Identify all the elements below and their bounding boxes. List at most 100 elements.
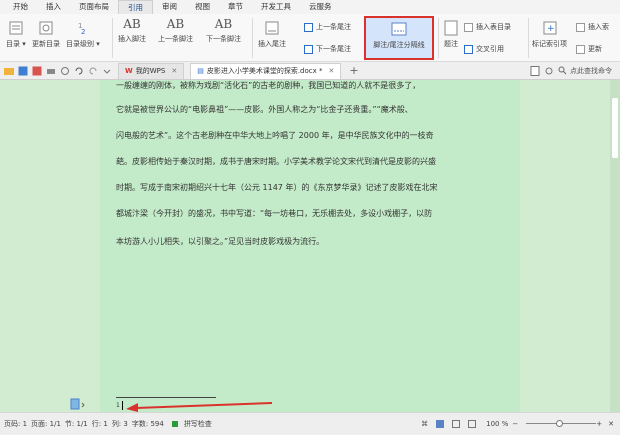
save-icon[interactable] bbox=[18, 66, 28, 76]
next-endnote-button[interactable]: 下一条尾注 bbox=[304, 44, 351, 54]
insert-footnote-icon: AB bbox=[123, 17, 141, 31]
insert-footnote-label: 插入脚注 bbox=[118, 35, 146, 43]
vertical-scrollbar[interactable] bbox=[610, 80, 620, 412]
menu-page-layout[interactable]: 页面布局 bbox=[70, 0, 118, 14]
menu-cloud[interactable]: 云服务 bbox=[300, 0, 341, 14]
text-line[interactable]: 它就是被世界公认的“电影鼻祖”——皮影。外国人称之为“比金子还贵重。”“魔术般、 bbox=[116, 104, 413, 115]
outline-view-icon[interactable] bbox=[452, 420, 461, 428]
arrow-annotation bbox=[126, 402, 273, 412]
next-endnote-icon bbox=[304, 44, 313, 54]
toc-level-button[interactable]: 12 目录级别 ▾ bbox=[66, 20, 100, 49]
divider bbox=[112, 18, 113, 58]
spell-check-toggle[interactable]: 拼写检查 bbox=[168, 419, 212, 429]
caption-icon bbox=[444, 20, 458, 36]
ribbon: 目录 ▾ 更新目录 12 目录级别 ▾ AB 插入脚注 AB 上一条脚注 AB … bbox=[0, 14, 620, 62]
menu-developer[interactable]: 开发工具 bbox=[252, 0, 300, 14]
zoom-slider[interactable] bbox=[522, 420, 597, 427]
menu-insert[interactable]: 插入 bbox=[37, 0, 70, 14]
text-line[interactable]: 闪电般的艺术”。这个古老剧种在中华大地上吟唱了 2000 年，是中华民族文化中的… bbox=[116, 130, 434, 141]
update-index-button[interactable]: 更新 bbox=[576, 44, 602, 54]
chevron-down-icon: ▾ bbox=[94, 40, 100, 48]
search-placeholder: 点此查找命令 bbox=[570, 66, 612, 75]
preview-icon[interactable] bbox=[60, 66, 70, 76]
customize-icon[interactable] bbox=[102, 66, 112, 76]
insert-index-button[interactable]: 插入索 bbox=[576, 22, 609, 32]
menu-references[interactable]: 引用 bbox=[118, 0, 153, 14]
footnote-separator-button[interactable]: 脚注/尾注分隔线 bbox=[364, 16, 434, 60]
document-page[interactable]: 一般缠缠的刚体，被称为戏剧“活化石”的古老的剧种，我国已知道的人就不是很多了， … bbox=[100, 80, 520, 412]
page-view-icon[interactable] bbox=[436, 420, 445, 428]
status-pages: 页面: 1/1 bbox=[31, 420, 61, 428]
insert-endnote-icon bbox=[265, 21, 279, 35]
spell-check-label: 拼写检查 bbox=[183, 420, 212, 428]
insert-index-label: 插入索 bbox=[588, 23, 609, 31]
new-tab-button[interactable]: + bbox=[349, 64, 358, 77]
divider bbox=[528, 18, 529, 58]
paste-options-icon[interactable] bbox=[70, 398, 86, 410]
menu-start[interactable]: 开始 bbox=[4, 0, 37, 14]
settings-icon[interactable] bbox=[544, 66, 554, 76]
mark-index-label: 标记索引项 bbox=[532, 40, 567, 48]
view-mode-group: ⌘ 100 % − + ✕ bbox=[415, 420, 620, 428]
export-pdf-icon[interactable] bbox=[32, 66, 42, 76]
next-footnote-label: 下一条脚注 bbox=[206, 35, 241, 43]
zoom-in-icon[interactable]: + bbox=[596, 420, 602, 428]
redo-icon[interactable] bbox=[88, 66, 98, 76]
menu-review[interactable]: 审阅 bbox=[153, 0, 186, 14]
text-line[interactable]: 一般缠缠的刚体，被称为戏剧“活化石”的古老的剧种，我国已知道的人就不是很多了， bbox=[116, 80, 420, 91]
menu-view[interactable]: 视图 bbox=[186, 0, 219, 14]
close-icon[interactable]: ✕ bbox=[171, 67, 177, 75]
cross-ref-label: 交叉引用 bbox=[476, 45, 504, 53]
prev-footnote-button[interactable]: AB 上一条脚注 bbox=[158, 18, 193, 44]
menu-chapter[interactable]: 章节 bbox=[219, 0, 252, 14]
prev-footnote-label: 上一条脚注 bbox=[158, 35, 193, 43]
zoom-slider-thumb[interactable] bbox=[556, 420, 564, 427]
separator-line-icon bbox=[391, 22, 407, 36]
tab-my-wps[interactable]: W 我的WPS ✕ bbox=[118, 62, 185, 79]
scroll-thumb[interactable] bbox=[612, 98, 618, 158]
prev-endnote-button[interactable]: 上一条尾注 bbox=[304, 22, 351, 32]
insert-endnote-button[interactable]: 插入尾注 bbox=[258, 20, 286, 49]
text-line[interactable]: 时期。写成于南宋初期绍兴十七年（公元 1147 年）的《东京梦华录》记述了皮影戏… bbox=[116, 182, 437, 193]
text-line[interactable]: 葩。皮影相传始于秦汉时期，成书于唐宋时期。小学美术教学论文宋代到清代是皮影的兴盛 bbox=[116, 156, 436, 167]
print-icon[interactable] bbox=[46, 66, 56, 76]
undo-icon[interactable] bbox=[74, 66, 84, 76]
footnote-separator-line bbox=[116, 397, 216, 398]
chevron-down-icon: ▾ bbox=[20, 40, 26, 48]
menu-bar: 开始 插入 页面布局 引用 审阅 视图 章节 开发工具 云服务 bbox=[0, 0, 620, 14]
status-bar: 页码: 1 页面: 1/1 节: 1/1 行: 1 列: 3 字数: 594 拼… bbox=[0, 412, 620, 435]
insert-caption-dir-button[interactable]: 插入表目录 bbox=[464, 22, 511, 32]
text-line[interactable]: 都城汴梁（今开封）的盛况，书中写道：“每一坊巷口，无乐棚去处，多设小戏棚子，以防 bbox=[116, 208, 432, 219]
caption-button[interactable]: 题注 bbox=[444, 20, 458, 49]
next-footnote-button[interactable]: AB 下一条脚注 bbox=[206, 18, 241, 44]
status-page: 页码: 1 bbox=[4, 420, 28, 428]
footnote-number[interactable]: 1 bbox=[116, 402, 120, 409]
focus-mode-icon[interactable]: ⌘ bbox=[421, 420, 428, 428]
document-area: 一般缠缠的刚体，被称为戏剧“活化石”的古老的剧种，我国已知道的人就不是很多了， … bbox=[0, 80, 620, 412]
command-search[interactable]: 点此查找命令 bbox=[558, 66, 612, 76]
resize-icon[interactable]: ✕ bbox=[608, 420, 614, 428]
status-words[interactable]: 字数: 594 bbox=[132, 419, 164, 429]
insert-footnote-button[interactable]: AB 插入脚注 bbox=[118, 18, 146, 44]
toc-icon bbox=[9, 21, 23, 35]
cross-ref-button[interactable]: 交叉引用 bbox=[464, 44, 504, 54]
next-endnote-label: 下一条尾注 bbox=[316, 45, 351, 53]
web-view-icon[interactable] bbox=[468, 420, 477, 428]
document-icon[interactable] bbox=[530, 65, 540, 76]
update-toc-button[interactable]: 更新目录 bbox=[32, 20, 60, 49]
open-folder-icon[interactable] bbox=[4, 66, 14, 76]
prev-endnote-label: 上一条尾注 bbox=[316, 23, 351, 31]
update-toc-icon bbox=[39, 21, 53, 35]
text-line[interactable]: 本坊游人小儿相失，以引聚之。”足见当时皮影戏极为流行。 bbox=[116, 236, 324, 247]
toc-button[interactable]: 目录 ▾ bbox=[6, 20, 26, 49]
zoom-out-icon[interactable]: − bbox=[512, 420, 518, 428]
svg-text:2: 2 bbox=[81, 28, 85, 36]
update-toc-label: 更新目录 bbox=[32, 40, 60, 48]
mark-index-button[interactable]: + 标记索引项 bbox=[532, 20, 567, 49]
tab-bar: W 我的WPS ✕ ▤ 皮影进入小学美术课堂的探索.docx * ✕ + 点此查… bbox=[0, 62, 620, 80]
close-icon[interactable]: ✕ bbox=[329, 67, 335, 75]
tab-document[interactable]: ▤ 皮影进入小学美术课堂的探索.docx * ✕ bbox=[190, 62, 342, 79]
status-row: 行: 1 bbox=[91, 420, 108, 428]
zoom-level[interactable]: 100 % bbox=[486, 420, 508, 428]
toc-label: 目录 bbox=[6, 40, 20, 48]
